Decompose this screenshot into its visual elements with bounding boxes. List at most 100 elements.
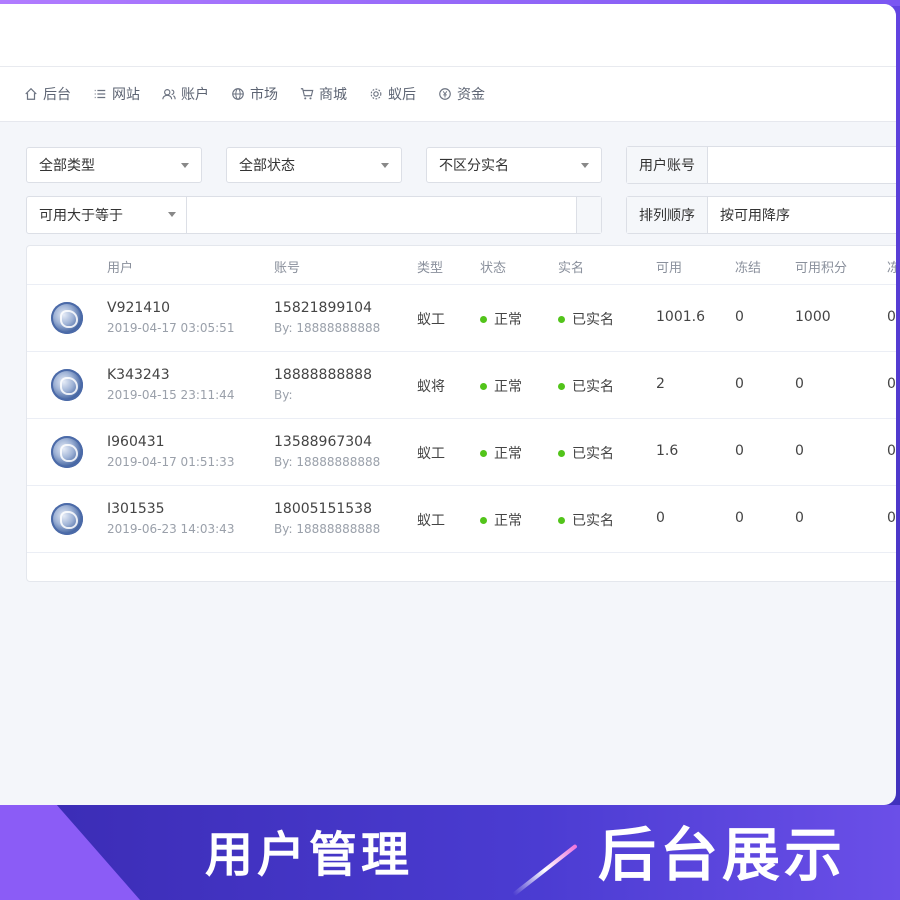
available-input[interactable]	[187, 197, 576, 235]
available-balance: 1001.6	[656, 309, 705, 325]
nav-label: 账户	[181, 87, 209, 103]
nav-item-queen[interactable]: 蚁后	[369, 84, 416, 104]
table-row[interactable]: I301535 2019-06-23 14:03:43 18005151538 …	[27, 486, 896, 553]
avatar[interactable]	[51, 503, 83, 535]
list-icon	[93, 87, 107, 101]
referrer: By: 18888888888	[274, 522, 381, 536]
caret-down-icon	[168, 212, 176, 217]
available-select[interactable]: 可用大于等于	[27, 197, 187, 233]
avatar[interactable]	[51, 369, 83, 401]
nav-item-funds[interactable]: 资金	[438, 84, 485, 104]
status-badge: 正常	[480, 510, 522, 530]
nav-label: 后台	[43, 87, 71, 103]
frozen-balance: 0	[735, 376, 744, 392]
frozen-points: 0	[887, 309, 896, 325]
table-row[interactable]: I960431 2019-04-17 01:51:33 13588967304 …	[27, 419, 896, 486]
frozen-balance: 0	[735, 510, 744, 526]
top-header	[0, 4, 896, 67]
account-label: 用户账号	[627, 147, 708, 183]
status-dot	[480, 516, 487, 524]
nav-label: 商城	[319, 87, 347, 103]
available-select-value: 可用大于等于	[39, 208, 123, 224]
user-id[interactable]: V921410	[107, 300, 170, 316]
coin-icon	[438, 87, 452, 101]
col-header-account[interactable]: 账号	[274, 257, 300, 276]
available-balance: 0	[656, 510, 665, 526]
available-input-append[interactable]	[576, 197, 601, 233]
status-badge: 正常	[480, 443, 522, 463]
nav-label: 网站	[112, 87, 140, 103]
table-row[interactable]: K343243 2019-04-15 23:11:44 18888888888 …	[27, 352, 896, 419]
user-id[interactable]: I301535	[107, 501, 165, 517]
user-id[interactable]: I960431	[107, 434, 165, 450]
main-nav: 后台 网站 账户 市场 商城 蚁后 资金	[0, 67, 896, 122]
account-input[interactable]	[708, 147, 896, 185]
realname-badge: 已实名	[558, 376, 614, 396]
col-header-points[interactable]: 可用积分	[795, 257, 847, 276]
referrer: By: 18888888888	[274, 455, 381, 469]
realname-badge: 已实名	[558, 443, 614, 463]
nav-label: 蚁后	[388, 87, 416, 103]
nav-item-mall[interactable]: 商城	[300, 84, 347, 104]
user-id[interactable]: K343243	[107, 367, 170, 383]
table-header: 用户 账号 类型 状态 实名 可用 冻结 可用积分 冻	[27, 246, 896, 285]
table-row[interactable]: V921410 2019-04-17 03:05:51 15821899104 …	[27, 285, 896, 352]
nav-item-website[interactable]: 网站	[93, 84, 140, 104]
admin-window: 后台 网站 账户 市场 商城 蚁后 资金 全部类型 全部状态 不区分实名 用户账…	[0, 4, 896, 805]
status-badge: 正常	[480, 376, 522, 396]
users-icon	[162, 87, 176, 101]
gear-icon	[369, 87, 383, 101]
nav-label: 资金	[457, 87, 485, 103]
sort-label: 排列顺序	[627, 197, 708, 233]
status-badge: 正常	[480, 309, 522, 329]
type-select[interactable]: 全部类型	[26, 147, 202, 183]
avatar[interactable]	[51, 302, 83, 334]
realname-badge: 已实名	[558, 510, 614, 530]
available-balance: 1.6	[656, 443, 679, 459]
col-header-realname[interactable]: 实名	[558, 257, 584, 276]
status-select[interactable]: 全部状态	[226, 147, 402, 183]
available-points: 0	[795, 376, 804, 392]
users-table: 用户 账号 类型 状态 实名 可用 冻结 可用积分 冻 V921410 2019…	[26, 245, 896, 582]
status-dot	[558, 382, 565, 390]
frozen-balance: 0	[735, 443, 744, 459]
status-dot	[558, 516, 565, 524]
register-time: 2019-04-17 03:05:51	[107, 321, 235, 335]
user-type: 蚁工	[417, 513, 445, 529]
col-header-frozen[interactable]: 冻结	[735, 257, 761, 276]
referrer: By:	[274, 388, 293, 402]
nav-item-account[interactable]: 账户	[162, 84, 209, 104]
col-header-status[interactable]: 状态	[480, 257, 506, 276]
nav-item-backend[interactable]: 后台	[24, 84, 71, 104]
home-icon	[24, 87, 38, 101]
globe-icon	[231, 87, 245, 101]
avatar[interactable]	[51, 436, 83, 468]
available-filter-group: 可用大于等于	[26, 196, 602, 235]
col-header-available[interactable]: 可用	[656, 257, 682, 276]
status-select-value: 全部状态	[239, 158, 295, 174]
account-number: 15821899104	[274, 300, 372, 316]
col-header-user[interactable]: 用户	[107, 257, 133, 276]
register-time: 2019-04-17 01:51:33	[107, 455, 235, 469]
realname-badge: 已实名	[558, 309, 614, 329]
caret-down-icon	[381, 163, 389, 168]
col-header-type[interactable]: 类型	[417, 257, 443, 276]
available-points: 1000	[795, 309, 831, 325]
register-time: 2019-06-23 14:03:43	[107, 522, 235, 536]
frozen-points: 0	[887, 510, 896, 526]
available-points: 0	[795, 510, 804, 526]
nav-item-market[interactable]: 市场	[231, 84, 278, 104]
caret-down-icon	[181, 163, 189, 168]
nav-label: 市场	[250, 87, 278, 103]
caret-down-icon	[581, 163, 589, 168]
referrer: By: 18888888888	[274, 321, 381, 335]
status-dot	[558, 315, 565, 323]
available-balance: 2	[656, 376, 665, 392]
available-points: 0	[795, 443, 804, 459]
account-number: 18888888888	[274, 367, 372, 383]
status-dot	[480, 315, 487, 323]
sort-select[interactable]: 按可用降序	[708, 197, 790, 233]
realname-select[interactable]: 不区分实名	[426, 147, 602, 183]
account-number: 13588967304	[274, 434, 372, 450]
col-header-frozen-points[interactable]: 冻	[887, 257, 896, 276]
